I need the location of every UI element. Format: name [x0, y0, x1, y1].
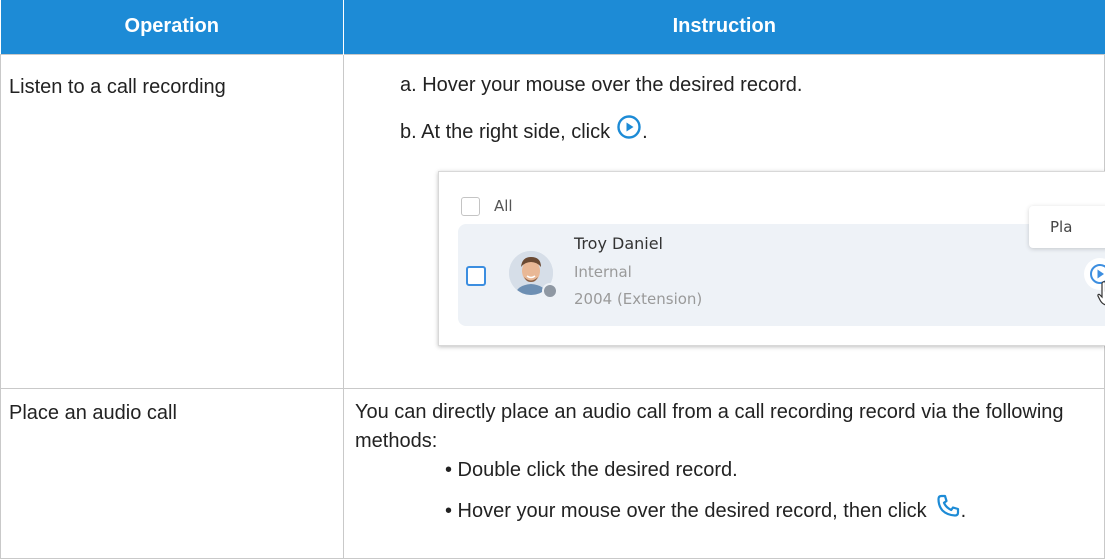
hand-cursor-icon: [1097, 280, 1105, 305]
phone-icon: [937, 494, 959, 517]
table-header-row: Operation Instruction: [0, 0, 1105, 54]
select-all-row: All: [461, 196, 513, 218]
operation-cell: Listen to a call recording: [0, 53, 344, 389]
header-instruction: Instruction: [343, 0, 1105, 54]
list-item-text: • Hover your mouse over the desired reco…: [445, 499, 927, 522]
operations-table: Operation Instruction Listen to a call r…: [0, 0, 1105, 559]
instruction-cell: a. Hover your mouse over the desired rec…: [343, 53, 1105, 389]
step-b-text: b. At the right side, click: [400, 120, 611, 143]
list-item: • Hover your mouse over the desired reco…: [445, 494, 1094, 526]
play-tooltip: Pla: [1029, 205, 1105, 248]
call-type: Internal: [574, 262, 632, 281]
play-circle-icon: [617, 115, 641, 139]
step-b-period: .: [642, 120, 648, 143]
contact-name: Troy Daniel: [574, 233, 663, 253]
list-item-period: .: [960, 499, 967, 522]
instruction-cell: You can directly place an audio call fro…: [343, 387, 1105, 559]
method-list: • Double click the desired record. • Hov…: [445, 456, 1094, 526]
extension-number: 2004 (Extension): [574, 289, 703, 308]
record-checkbox[interactable]: [466, 265, 486, 286]
step-a: a. Hover your mouse over the desired rec…: [400, 73, 803, 96]
header-operation: Operation: [0, 0, 344, 54]
recording-record[interactable]: Troy Daniel Internal 2004 (Extension): [458, 223, 1105, 326]
contact-type-badge: [542, 282, 558, 299]
intro-text: You can directly place an audio call fro…: [355, 400, 1064, 452]
step-b: b. At the right side, click .: [400, 115, 1104, 147]
select-all-label: All: [494, 196, 513, 215]
select-all-checkbox[interactable]: [461, 196, 480, 216]
table-row: Place an audio call You can directly pla…: [0, 387, 1105, 559]
list-item: • Double click the desired record.: [445, 458, 738, 481]
table-row: Listen to a call recording a. Hover your…: [0, 53, 1105, 389]
operation-cell: Place an audio call: [0, 387, 344, 559]
recording-list-screenshot: All Troy Daniel Internal 2004 (Extension…: [438, 170, 1105, 346]
